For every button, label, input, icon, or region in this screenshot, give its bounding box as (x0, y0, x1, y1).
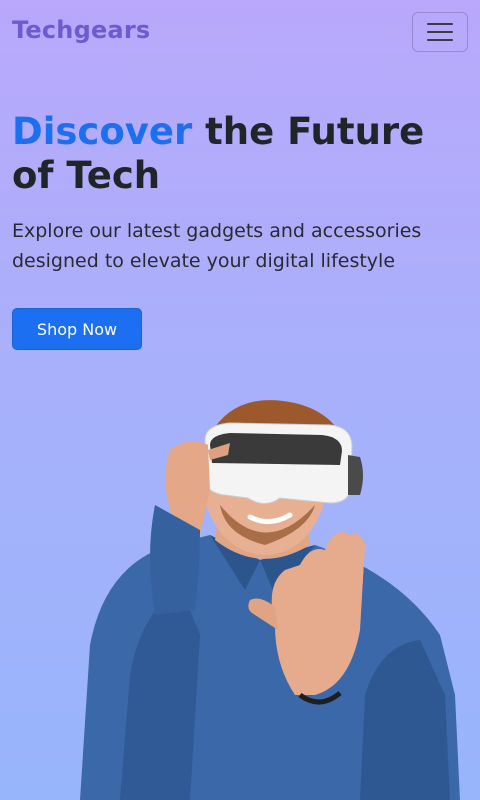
hamburger-menu-icon (427, 39, 453, 41)
hero-title-accent: Discover (12, 110, 193, 153)
hamburger-menu-icon (427, 23, 453, 25)
person-with-vr-headset-image (80, 400, 460, 800)
brand-logo[interactable]: Techgears (12, 16, 150, 44)
hero-title: Discover the Future of Tech (12, 110, 472, 198)
menu-toggle-button[interactable] (412, 12, 468, 52)
navbar: Techgears (0, 0, 480, 64)
hero-subtitle: Explore our latest gadgets and accessori… (12, 220, 422, 272)
hamburger-menu-icon (427, 31, 453, 33)
shop-now-button[interactable]: Shop Now (12, 308, 142, 350)
